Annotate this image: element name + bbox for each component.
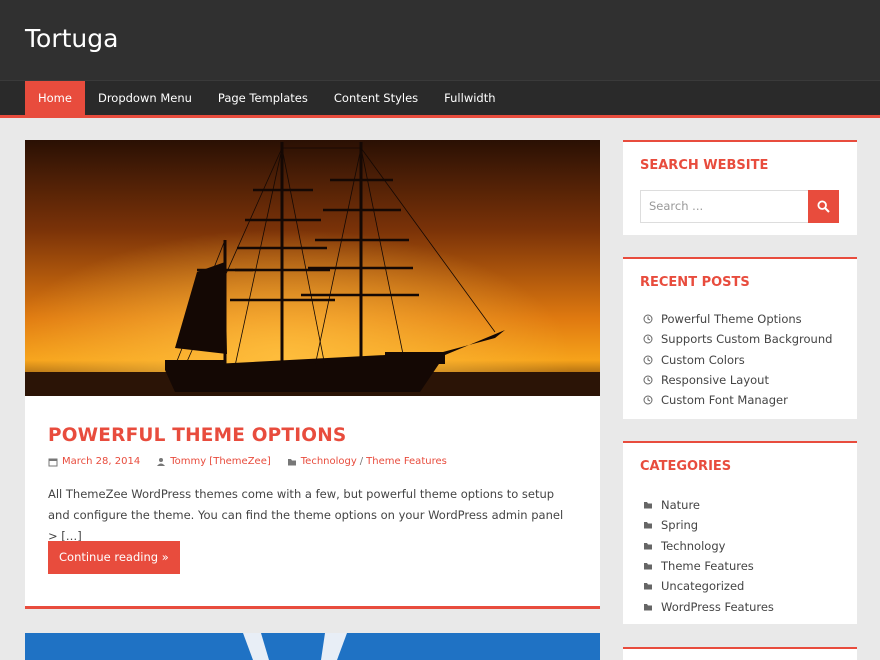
nav-item-home[interactable]: Home: [25, 81, 85, 116]
folder-icon: [644, 563, 652, 570]
category-item[interactable]: Technology: [643, 536, 774, 556]
recent-posts-list: Powerful Theme Options Supports Custom B…: [643, 309, 832, 410]
continue-reading-button[interactable]: Continue reading »: [48, 541, 180, 574]
folder-icon: [287, 458, 296, 465]
recent-post-link[interactable]: Responsive Layout: [661, 373, 769, 387]
clock-icon: [643, 355, 653, 365]
categories-widget: CATEGORIES Nature Spring Technology Them…: [623, 441, 857, 624]
folder-icon: [644, 603, 652, 611]
recent-post-link[interactable]: Custom Font Manager: [661, 393, 788, 407]
post-meta: March 28, 2014 Tommy [ThemeZee] Technolo…: [48, 456, 463, 467]
search-icon: [817, 200, 830, 213]
recent-post-link[interactable]: Supports Custom Background: [661, 332, 832, 346]
category-item[interactable]: Nature: [643, 495, 774, 515]
sailing-ship-sunset-image: [25, 140, 600, 396]
widget-title-search: SEARCH WEBSITE: [640, 158, 769, 173]
category-item[interactable]: Uncategorized: [643, 576, 774, 596]
recent-posts-widget: RECENT POSTS Powerful Theme Options Supp…: [623, 257, 857, 419]
recent-post-item[interactable]: Supports Custom Background: [643, 329, 832, 349]
category-link[interactable]: Nature: [661, 498, 700, 512]
post-author-link[interactable]: Tommy [ThemeZee]: [170, 456, 271, 467]
post-card: POWERFUL THEME OPTIONS March 28, 2014 To…: [25, 140, 600, 609]
category-link[interactable]: Theme Features: [661, 559, 754, 573]
categories-list: Nature Spring Technology Theme Features …: [643, 495, 774, 617]
folder-icon: [644, 502, 652, 509]
search-widget: SEARCH WEBSITE Search ...: [623, 140, 857, 235]
nav-item-dropdown-menu[interactable]: Dropdown Menu: [85, 81, 205, 116]
nav-item-page-templates[interactable]: Page Templates: [205, 81, 321, 116]
nav-menu: Home Dropdown Menu Page Templates Conten…: [25, 81, 509, 116]
user-icon: [157, 457, 166, 466]
nav-item-content-styles[interactable]: Content Styles: [321, 81, 431, 116]
post-category-link-technology[interactable]: Technology: [301, 456, 357, 467]
main-navigation: Home Dropdown Menu Page Templates Conten…: [0, 80, 880, 118]
recent-post-item[interactable]: Responsive Layout: [643, 370, 832, 390]
category-separator: /: [359, 456, 364, 467]
category-item[interactable]: Theme Features: [643, 556, 774, 576]
folder-icon: [644, 522, 652, 529]
recent-post-link[interactable]: Custom Colors: [661, 353, 745, 367]
post-title[interactable]: POWERFUL THEME OPTIONS: [48, 425, 346, 446]
post-featured-image[interactable]: [25, 140, 600, 396]
category-item[interactable]: Spring: [643, 515, 774, 535]
category-item[interactable]: WordPress Features: [643, 596, 774, 616]
next-widget: [623, 647, 857, 660]
post-date-link[interactable]: March 28, 2014: [62, 456, 140, 467]
site-title[interactable]: Tortuga: [25, 24, 118, 53]
category-link[interactable]: Technology: [661, 539, 725, 553]
widget-title-categories: CATEGORIES: [640, 459, 732, 474]
clock-icon: [643, 395, 653, 405]
post-category-link-theme-features[interactable]: Theme Features: [366, 456, 447, 467]
next-post-image-graphic: [25, 633, 600, 660]
recent-post-link[interactable]: Powerful Theme Options: [661, 312, 802, 326]
recent-post-item[interactable]: Custom Font Manager: [643, 390, 832, 410]
search-input[interactable]: Search ...: [640, 190, 809, 223]
folder-icon: [644, 583, 652, 590]
folder-icon: [644, 542, 652, 550]
widget-title-recent-posts: RECENT POSTS: [640, 275, 750, 290]
clock-icon: [643, 375, 653, 385]
category-link[interactable]: Spring: [661, 518, 698, 532]
category-link[interactable]: WordPress Features: [661, 600, 774, 614]
clock-icon: [643, 334, 653, 344]
site-header: Tortuga: [0, 0, 880, 80]
recent-post-item[interactable]: Powerful Theme Options: [643, 309, 832, 329]
nav-item-fullwidth[interactable]: Fullwidth: [431, 81, 508, 116]
category-link[interactable]: Uncategorized: [661, 579, 744, 593]
clock-icon: [643, 314, 653, 324]
search-button[interactable]: [808, 190, 839, 223]
next-post-image[interactable]: [25, 633, 600, 660]
recent-post-item[interactable]: Custom Colors: [643, 350, 832, 370]
post-excerpt: All ThemeZee WordPress themes come with …: [48, 487, 564, 543]
calendar-icon: [48, 458, 58, 466]
